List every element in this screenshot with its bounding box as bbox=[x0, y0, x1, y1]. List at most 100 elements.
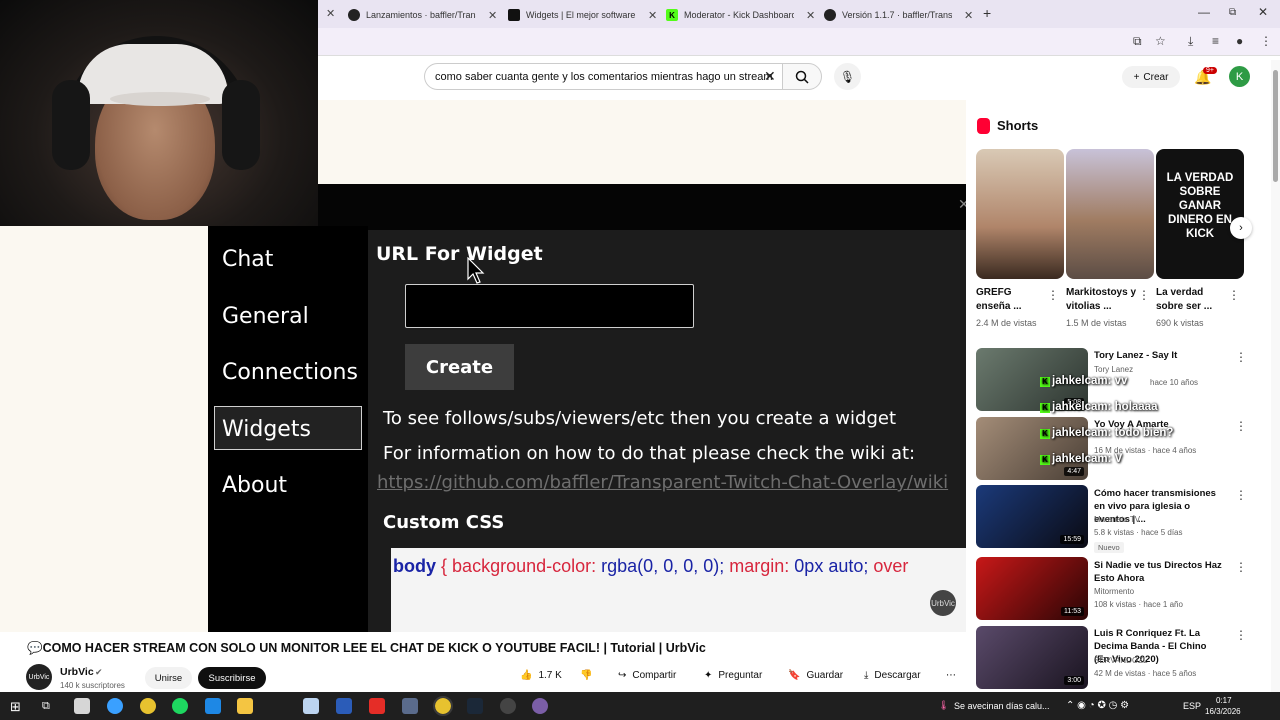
channel-avatar[interactable]: UrbVic bbox=[26, 664, 52, 690]
cast-icon[interactable]: ⧉ bbox=[1133, 34, 1142, 49]
short-title[interactable]: GREFG enseña ... bbox=[976, 286, 1048, 314]
video-channel[interactable]: Tory Lanez bbox=[1094, 365, 1133, 374]
clock-time[interactable]: 0:17 bbox=[1216, 696, 1232, 705]
headset-left bbox=[52, 80, 90, 170]
tray-icons[interactable]: ⌃ ◉ ◔ ✪ ◷ ⚙ bbox=[1066, 700, 1129, 711]
scrollbar-thumb[interactable] bbox=[1273, 70, 1278, 182]
task-view-icon[interactable]: ⧉ bbox=[42, 700, 50, 713]
tab-lanzamientos[interactable]: Lanzamientos · baffler/Transpa ✕ bbox=[348, 4, 497, 26]
more-options-icon[interactable]: ⋮ bbox=[1235, 350, 1247, 364]
close-tab-icon[interactable]: ✕ bbox=[326, 7, 335, 20]
video-meta: 5.8 k vistas · hace 5 días bbox=[1094, 528, 1183, 537]
voice-search-button[interactable]: 🎙 bbox=[834, 63, 861, 90]
chat-user: jahkelcam bbox=[1052, 427, 1108, 439]
video-channel[interactable]: Maranata TV bbox=[1094, 515, 1140, 524]
short-thumbnail[interactable] bbox=[976, 149, 1064, 279]
channel-name[interactable]: UrbVic bbox=[60, 666, 94, 678]
menu-icon[interactable]: ⋮ bbox=[1260, 34, 1272, 48]
more-options-icon[interactable]: ⋮ bbox=[1235, 560, 1247, 574]
edge-icon[interactable] bbox=[205, 698, 221, 714]
video-meta: hace 10 años bbox=[1150, 378, 1199, 387]
spotify-icon[interactable] bbox=[172, 698, 188, 714]
video-thumbnail[interactable]: 15:59 bbox=[976, 485, 1088, 548]
download-icon[interactable]: ⤓ bbox=[1188, 34, 1193, 49]
close-tab-icon[interactable]: ✕ bbox=[964, 9, 973, 22]
video-duration: 11:53 bbox=[1061, 607, 1084, 616]
weather-icon: 🌡 bbox=[938, 700, 950, 710]
short-thumbnail[interactable]: LA VERDAD SOBRE GANAR DINERO EN KICK bbox=[1156, 149, 1244, 279]
obs-icon[interactable] bbox=[500, 698, 516, 714]
folder-icon[interactable] bbox=[237, 698, 253, 714]
more-options-icon[interactable]: ⋮ bbox=[1235, 628, 1247, 642]
profile-icon[interactable]: ● bbox=[1236, 34, 1243, 48]
video-frame-dark bbox=[318, 184, 966, 230]
clock-date[interactable]: 16/3/2026 bbox=[1205, 707, 1241, 716]
windows-start-icon[interactable]: ⊞ bbox=[10, 699, 21, 715]
share-button[interactable]: ↪ Compartir bbox=[618, 670, 676, 681]
more-options-icon[interactable]: ⋮ bbox=[1235, 419, 1247, 433]
bookmark-star-icon[interactable]: ☆ bbox=[1155, 34, 1166, 48]
save-button[interactable]: 🔖 Guardar bbox=[788, 670, 843, 681]
account-avatar[interactable]: K bbox=[1229, 66, 1250, 87]
chrome-active-icon[interactable] bbox=[433, 696, 453, 716]
new-tab-button[interactable]: + bbox=[983, 5, 991, 21]
custom-css-heading: Custom CSS bbox=[383, 512, 505, 533]
chrome-icon[interactable] bbox=[140, 698, 156, 714]
video-title[interactable]: Si Nadie ve tus Directos Haz Esto Ahora bbox=[1094, 559, 1224, 585]
tab-widgets[interactable]: Widgets | El mejor software pa ✕ bbox=[508, 4, 657, 26]
dislike-button[interactable]: 👎 bbox=[580, 670, 592, 681]
tab-version[interactable]: Versión 1.1.7 · baffler/Transpare ✕ bbox=[824, 4, 973, 26]
bookmark-icon: 🔖 bbox=[788, 670, 801, 681]
close-tab-icon[interactable]: ✕ bbox=[648, 9, 657, 22]
short-thumbnail[interactable] bbox=[1066, 149, 1154, 279]
minimize-button[interactable]: — bbox=[1198, 5, 1210, 19]
channel-watermark[interactable]: UrbVic bbox=[930, 590, 956, 616]
word-icon[interactable] bbox=[336, 698, 352, 714]
video-channel[interactable]: Mitormento bbox=[1094, 587, 1134, 596]
tab-label: Widgets | El mejor software pa bbox=[526, 10, 636, 20]
video-duration: 3:00 bbox=[1064, 676, 1084, 685]
search-button[interactable] bbox=[782, 63, 822, 90]
join-button[interactable]: Unirse bbox=[145, 667, 192, 689]
subscribe-button[interactable]: Suscribirse bbox=[198, 667, 266, 689]
video-channel[interactable]: SERVANDOZL bbox=[1094, 656, 1148, 665]
steam-icon[interactable] bbox=[467, 698, 483, 714]
window-close-button[interactable]: ✕ bbox=[1258, 5, 1268, 19]
close-tab-icon[interactable]: ✕ bbox=[488, 9, 497, 22]
video-thumbnail[interactable]: 3:00 bbox=[976, 626, 1088, 689]
restore-button[interactable]: ⧉ bbox=[1229, 7, 1236, 18]
create-button[interactable]: + Crear bbox=[1122, 66, 1180, 88]
ask-button[interactable]: ✦ Preguntar bbox=[704, 670, 762, 681]
clear-search-icon[interactable]: ✕ bbox=[764, 68, 776, 85]
app-icon[interactable] bbox=[402, 698, 418, 714]
short-title[interactable]: Markitostoys y vitolias ... bbox=[1066, 286, 1138, 314]
more-options-icon[interactable]: ⋮ bbox=[1228, 288, 1240, 302]
youtube-icon[interactable] bbox=[369, 698, 385, 714]
like-button[interactable]: 👍 1.7 K bbox=[520, 670, 562, 681]
language-indicator[interactable]: ESP bbox=[1183, 701, 1201, 711]
site-icon bbox=[508, 9, 520, 21]
media-control-icon[interactable]: ≡ bbox=[1212, 34, 1219, 48]
more-actions-button[interactable]: ⋯ bbox=[946, 670, 956, 681]
more-options-icon[interactable]: ⋮ bbox=[1047, 288, 1059, 302]
app-icon[interactable] bbox=[74, 698, 90, 714]
like-count: 1.7 K bbox=[538, 670, 562, 681]
copilot-icon[interactable] bbox=[107, 698, 123, 714]
video-thumbnail[interactable]: 11:53 bbox=[976, 557, 1088, 620]
weather-text[interactable]: Se avecinan días calu... bbox=[954, 701, 1050, 711]
create-label: Crear bbox=[1143, 71, 1169, 83]
app-icon[interactable] bbox=[532, 698, 548, 714]
shorts-next-button[interactable]: › bbox=[1230, 217, 1252, 239]
search-query: como saber cuanta gente y los comentario… bbox=[435, 70, 773, 83]
short-title[interactable]: La verdad sobre ser ... bbox=[1156, 286, 1228, 314]
chat-text: : holaaaa bbox=[1107, 401, 1158, 413]
thumbs-down-icon: 👎 bbox=[580, 670, 593, 681]
more-options-icon[interactable]: ⋮ bbox=[1138, 288, 1150, 302]
tab-kick-dashboard[interactable]: K Moderator - Kick Dashboard ✕ bbox=[666, 4, 815, 26]
download-button[interactable]: ⤓ Descargar bbox=[864, 670, 921, 681]
search-input[interactable]: como saber cuanta gente y los comentario… bbox=[424, 63, 786, 90]
close-tab-icon[interactable]: ✕ bbox=[806, 9, 815, 22]
app-icon[interactable] bbox=[303, 698, 319, 714]
video-title[interactable]: Tory Lanez - Say It bbox=[1094, 349, 1224, 362]
more-options-icon[interactable]: ⋮ bbox=[1235, 488, 1247, 502]
